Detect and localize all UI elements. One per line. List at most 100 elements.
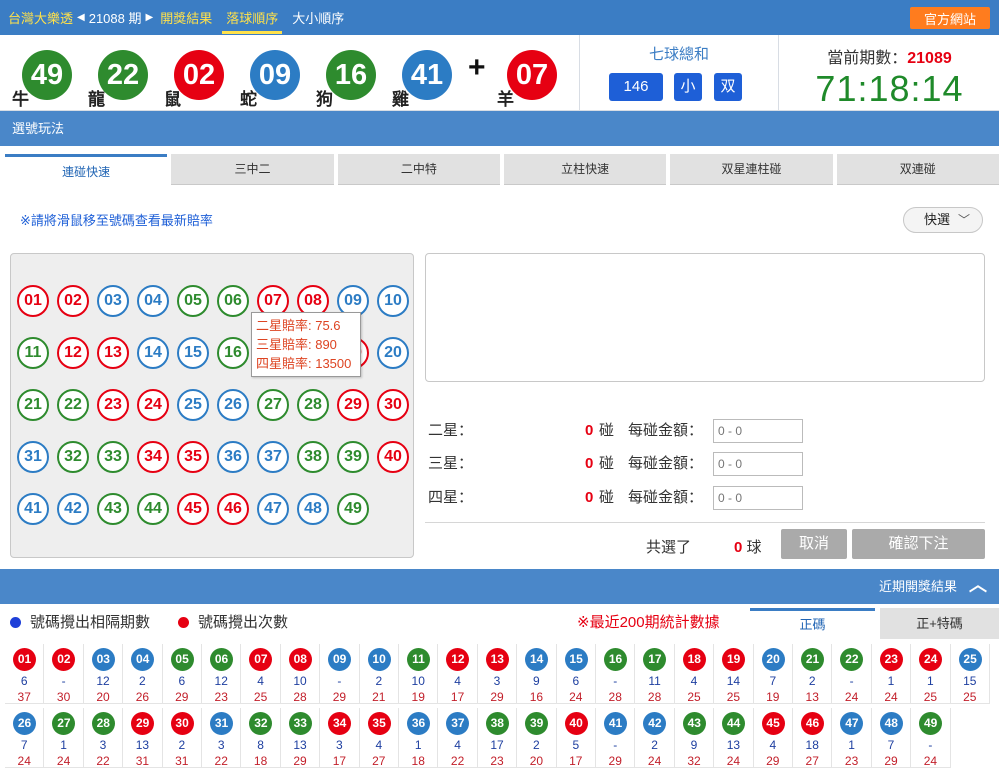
number-ball[interactable]: 34 [137,441,169,473]
number-ball[interactable]: 43 [97,493,129,525]
sum-panel: 七球總和 146 小 双 [579,35,779,111]
stat-interval: 12 [214,674,228,688]
stat-number-ball: 24 [919,648,943,671]
number-ball[interactable]: 31 [17,441,49,473]
number-ball[interactable]: 28 [297,389,329,421]
number-ball[interactable]: 11 [17,337,49,369]
number-ball[interactable]: 36 [217,441,249,473]
stat-number-ball: 11 [407,648,430,671]
chevron-up-icon[interactable]: ︿ [969,568,987,603]
amount-input[interactable] [713,419,803,443]
number-ball[interactable]: 40 [377,441,409,473]
number-ball[interactable]: 06 [217,285,249,317]
nav-drop-order[interactable]: 落球順序 [222,2,283,34]
stat-interval: 17 [490,738,504,752]
tab-regular-special[interactable]: 正+特碼 [880,608,999,639]
legend-interval: 號碼攪出相隔期數 [10,611,150,632]
number-ball[interactable]: 14 [137,337,169,369]
draw-result-panel: 49 牛 22 龍 02 鼠 09 蛇 16 狗 41 雞 07 羊 + 七球總和 146 小 双 當前期… [0,35,999,111]
stat-number-ball: 23 [879,648,903,671]
tab-quick-combo[interactable]: 連碰快速 [5,154,168,185]
stat-cell: 48 7 29 [871,708,912,768]
number-ball[interactable]: 41 [17,493,49,525]
tab-three-two[interactable]: 三中二 [171,154,334,185]
number-ball[interactable]: 21 [17,389,49,421]
stat-count: 29 [293,754,307,768]
total-count-wrap: 0 球 [734,536,762,557]
confirm-bet-button[interactable]: 確認下注 [852,529,985,559]
stat-number-ball: 33 [288,712,312,735]
number-ball[interactable]: 46 [217,493,249,525]
lottery-name[interactable]: 台灣大樂透 [8,8,73,27]
stat-cell: 34 3 17 [320,708,360,768]
amount-input[interactable] [713,486,803,510]
number-ball[interactable]: 05 [177,285,209,317]
sum-value-badge: 146 [609,73,663,101]
stat-number-ball: 35 [367,712,391,735]
tab-regular[interactable]: 正碼 [750,608,875,639]
recent-bar[interactable]: 近期開獎結果 ︿ [0,569,999,604]
prev-period-icon[interactable]: ◀ [77,12,85,23]
number-ball[interactable]: 25 [177,389,209,421]
quick-pick-dropdown[interactable]: 快選 ﹀ [903,207,983,233]
official-site-button[interactable]: 官方網站 [910,7,990,29]
cancel-button[interactable]: 取消 [781,529,847,559]
stat-count: 37 [17,690,31,704]
number-ball[interactable]: 10 [377,285,409,317]
stat-cell: 22 - 24 [832,644,872,704]
number-ball[interactable]: 02 [57,285,89,317]
nav-draw-results[interactable]: 開獎結果 [160,8,212,27]
number-ball[interactable]: 44 [137,493,169,525]
stat-count: 25 [963,690,977,704]
period-value: 21089 [907,50,952,67]
number-ball[interactable]: 15 [177,337,209,369]
number-ball[interactable]: 23 [97,389,129,421]
stat-count: 18 [411,754,425,768]
combo-unit: 碰 [599,489,615,506]
number-ball[interactable]: 48 [297,493,329,525]
tab-column-quick[interactable]: 立柱快速 [503,154,667,185]
number-ball[interactable]: 22 [57,389,89,421]
number-ball[interactable]: 16 [217,337,249,369]
number-ball[interactable]: 24 [137,389,169,421]
tab-double-star[interactable]: 双星連柱碰 [670,154,833,185]
stat-count: 24 [923,754,938,768]
stat-number-ball: 38 [485,712,509,735]
number-ball[interactable]: 27 [257,389,289,421]
number-ball[interactable]: 01 [17,285,49,317]
amount-input[interactable] [713,452,803,476]
number-ball[interactable]: 12 [57,337,89,369]
number-ball[interactable]: 42 [57,493,89,525]
number-ball[interactable]: 32 [57,441,89,473]
number-ball[interactable]: 20 [377,337,409,369]
number-ball[interactable]: 29 [337,389,369,421]
stat-count: 29 [175,690,189,704]
number-ball[interactable]: 49 [337,493,369,525]
tab-two-special[interactable]: 二中特 [337,154,500,185]
number-ball[interactable]: 37 [257,441,289,473]
stat-interval: 4 [454,738,461,752]
draw-ball: 49 [22,50,72,100]
number-ball[interactable]: 26 [217,389,249,421]
number-ball[interactable]: 45 [177,493,209,525]
next-period-icon[interactable]: ▶ [145,12,153,23]
number-ball[interactable]: 33 [97,441,129,473]
stat-cell: 25 15 25 [950,644,990,704]
number-ball[interactable]: 47 [257,493,289,525]
nav-size-order[interactable]: 大小順序 [292,8,344,27]
stat-count: 25 [726,690,741,704]
draw-ball: 41 [402,50,452,100]
number-ball[interactable]: 03 [97,285,129,317]
stat-count: 29 [608,754,622,768]
stat-interval: 4 [454,674,461,688]
tab-double-combo[interactable]: 双連碰 [836,154,999,185]
number-ball[interactable]: 38 [297,441,329,473]
number-ball[interactable]: 04 [137,285,169,317]
stat-count: 29 [766,754,780,768]
number-ball[interactable]: 13 [97,337,129,369]
number-ball[interactable]: 39 [337,441,369,473]
number-ball[interactable]: 35 [177,441,209,473]
stat-interval: 15 [963,674,977,688]
number-ball[interactable]: 30 [377,389,409,421]
stat-count: 23 [844,754,859,768]
